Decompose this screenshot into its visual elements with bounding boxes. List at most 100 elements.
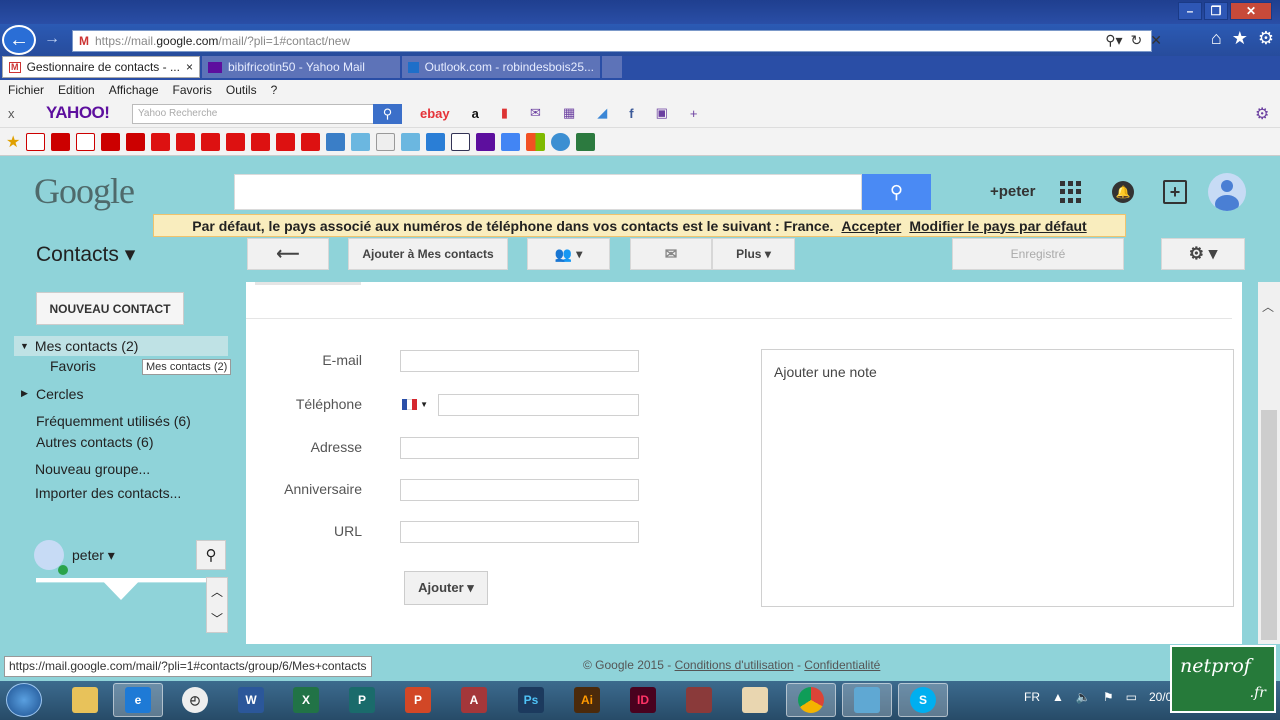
add-field-dropdown-button[interactable]: Ajouter ▾ [404,571,488,605]
collapse-triangle-icon[interactable]: ▶ [21,388,28,399]
bookmark-icon[interactable]: ▮ [501,105,508,121]
volume-icon[interactable]: 🔈 [1076,690,1091,704]
expand-triangle-icon[interactable]: ▼ [20,341,29,351]
google-icon[interactable] [501,132,521,151]
note-textarea[interactable]: Ajouter une note [761,349,1234,607]
adobe-icon[interactable] [51,132,71,151]
tools-gear-icon[interactable]: ⚙ [1258,28,1274,49]
terms-link[interactable]: Conditions d'utilisation [675,658,794,672]
sidebar-item-other-contacts[interactable]: Autres contacts (6) [36,434,154,450]
add-to-my-contacts-button[interactable]: Ajouter à Mes contacts [348,238,508,270]
app-icon[interactable] [576,132,596,151]
yahoo-logo[interactable]: YAHOO! [46,103,110,123]
google-search-input[interactable] [234,174,862,210]
taskbar-document[interactable] [730,683,780,717]
taskbar-clock-app[interactable]: ◴ [170,683,220,717]
modify-country-link[interactable]: Modifier le pays par défaut [909,218,1086,234]
taskbar-photoshop[interactable]: Ps [506,683,556,717]
yahoo-settings-gear-icon[interactable]: ⚙ [1255,104,1269,124]
apps-grid-icon[interactable] [1060,181,1082,203]
close-icon[interactable]: ✕ [1150,32,1162,49]
taskbar-illustrator[interactable]: Ai [562,683,612,717]
youtube-icon[interactable] [151,132,171,151]
tab-yahoo-mail[interactable]: bibifricotin50 - Yahoo Mail [202,56,400,78]
start-button[interactable] [6,683,42,717]
forward-button[interactable]: → [44,30,60,48]
network-icon[interactable]: ▭ [1126,690,1137,704]
scrollbar-thumb[interactable] [1261,410,1277,640]
scroll-up-icon[interactable]: ︿ [1262,298,1274,315]
menu-help[interactable]: ? [271,83,278,97]
youtube-icon[interactable] [276,132,296,151]
language-indicator[interactable]: FR [1024,690,1040,704]
address-field[interactable] [400,437,639,459]
wv-icon[interactable] [451,132,471,151]
maximize-button[interactable]: ❐ [1204,2,1228,20]
flag-icon[interactable]: ⚑ [1103,690,1114,704]
tab-close-icon[interactable]: × [186,60,193,74]
home-icon[interactable]: ⌂ [1211,28,1222,49]
refresh-icon[interactable]: ↻ [1131,32,1143,49]
privacy-link[interactable]: Confidentialité [804,658,880,672]
windows-icon[interactable] [526,132,546,151]
sidebar-item-favorites[interactable]: Favoris [50,358,96,374]
facebook-icon[interactable]: f [629,106,633,121]
chat-search-icon[interactable]: ⚲ [196,540,226,570]
settings-gear-dropdown[interactable]: ⚙ ▾ [1161,238,1245,270]
youtube-icon[interactable] [176,132,196,151]
taskbar-publisher[interactable]: P [337,683,387,717]
favorites-star-icon[interactable]: ★ [6,132,20,152]
search-dropdown-icon[interactable]: ⚲▾ [1105,32,1122,49]
tab-outlook[interactable]: Outlook.com - robindesbois25... [402,56,600,78]
back-arrow-button[interactable]: ⟵ [247,238,329,270]
youtube-icon[interactable] [251,132,271,151]
finance-icon[interactable]: ◢ [597,105,607,121]
account-avatar[interactable] [1208,173,1246,211]
taskbar-indesign[interactable]: ID [618,683,668,717]
taskbar-chrome[interactable] [786,683,836,717]
google-plus-user-link[interactable]: +peter [990,183,1035,200]
tab-contacts[interactable]: M Gestionnaire de contacts - ... × [2,56,200,78]
chevron-up-icon[interactable]: ︿ [211,583,223,600]
new-contact-button[interactable]: NOUVEAU CONTACT [36,292,184,325]
movies-icon[interactable]: ▣ [656,105,668,121]
google-search-button[interactable]: ⚲ [862,174,931,210]
youtube-icon[interactable] [301,132,321,151]
new-tab-button[interactable] [602,56,622,78]
jt-icon[interactable] [376,132,396,151]
amazon-icon[interactable]: a [472,106,479,121]
yahoo-search-input[interactable]: Yahoo Recherche [132,104,374,124]
more-dropdown-button[interactable]: Plus ▾ [712,238,795,270]
sidebar-item-circles[interactable]: Cercles [36,386,83,402]
weather-icon[interactable] [326,132,346,151]
new-group-link[interactable]: Nouveau groupe... [35,461,150,477]
add-icon[interactable]: + [690,106,698,121]
email-field[interactable] [400,350,639,372]
phone-field[interactable] [438,394,639,416]
tray-expand-icon[interactable]: ▲ [1052,690,1064,704]
w-icon[interactable] [426,132,446,151]
ebay-icon[interactable]: ebay [420,106,450,121]
ie-page-icon[interactable] [351,132,371,151]
adobe-icon[interactable] [101,132,121,151]
globe-icon[interactable] [551,132,571,151]
taskbar-archive[interactable] [674,683,724,717]
contacts-title-dropdown[interactable]: Contacts ▾ [36,242,135,267]
country-flag-dropdown[interactable]: ▼ [402,397,428,411]
url-field[interactable] [400,521,639,543]
taskbar-skype[interactable]: S [898,683,948,717]
taskbar-people[interactable] [842,683,892,717]
close-window-button[interactable]: ✕ [1230,2,1272,20]
toolbar-close-icon[interactable]: x [8,106,15,121]
menu-favoris[interactable]: Favoris [173,83,212,97]
minimize-button[interactable]: – [1178,2,1202,20]
sidebar-item-my-contacts[interactable]: ▼ Mes contacts (2) [14,336,228,356]
acrobat-icon[interactable] [76,132,96,151]
taskbar-access[interactable]: A [449,683,499,717]
share-plus-icon[interactable]: + [1163,180,1187,204]
mail-icon[interactable]: ✉ [530,105,541,121]
chat-scroll-control[interactable]: ︿ ﹀ [206,577,228,633]
chat-username[interactable]: peter ▾ [72,547,115,564]
notifications-bell-icon[interactable]: 🔔 [1112,181,1134,203]
groups-dropdown-button[interactable]: 👥 ▾ [527,238,610,270]
